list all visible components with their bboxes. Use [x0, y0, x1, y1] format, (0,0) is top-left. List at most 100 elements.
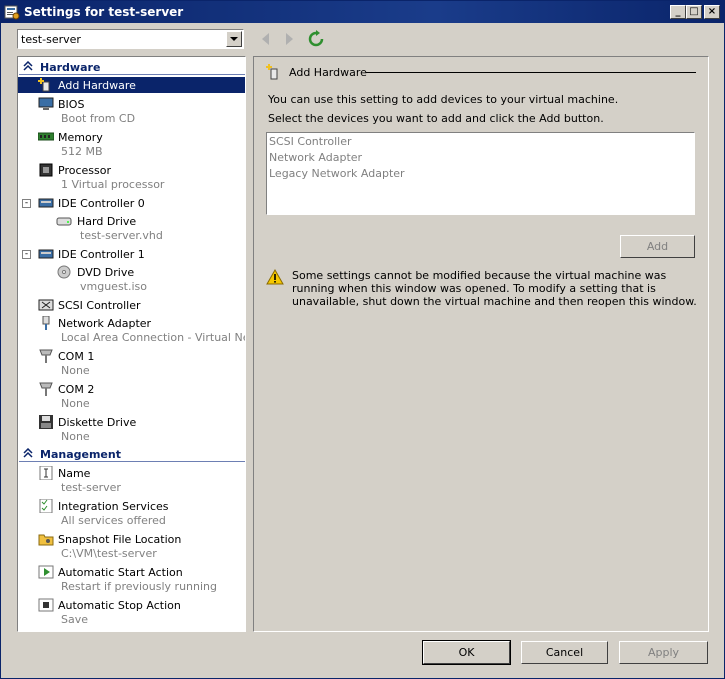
tree-item-com2[interactable]: COM 2 — [18, 381, 245, 397]
panel-description: You can use this setting to add devices … — [268, 93, 619, 106]
warning-message: Some settings cannot be modified because… — [292, 269, 697, 308]
close-button[interactable]: × — [704, 5, 720, 19]
vm-selector[interactable]: test-server — [17, 29, 244, 49]
snapshot-file-location-label: Snapshot File Location — [58, 533, 182, 546]
com1-detail: None — [61, 364, 90, 377]
add-hardware-icon — [38, 78, 50, 92]
add-hardware-label: Add Hardware — [58, 79, 136, 92]
device-list[interactable]: SCSI Controller Network Adapter Legacy N… — [266, 132, 695, 215]
com-port-icon — [39, 382, 53, 396]
forward-arrow-icon[interactable] — [280, 30, 298, 48]
processor-detail: 1 Virtual processor — [61, 178, 165, 191]
device-list-item[interactable]: Legacy Network Adapter — [269, 167, 405, 180]
integration-services-icon — [39, 499, 53, 513]
tree-item-dvd-drive[interactable]: DVD Drive — [18, 264, 245, 280]
network-adapter-icon — [42, 316, 50, 330]
snapshot-file-location-detail: C:\VM\test-server — [61, 547, 157, 560]
com-port-icon — [39, 349, 53, 363]
dvd-drive-label: DVD Drive — [77, 266, 135, 279]
network-adapter-label: Network Adapter — [58, 317, 152, 330]
device-list-item[interactable]: Network Adapter — [269, 151, 362, 164]
title-bar[interactable]: Settings for test-server _ □ × — [1, 1, 724, 23]
tree-item-memory[interactable]: Memory — [18, 129, 245, 145]
processor-icon — [39, 163, 53, 177]
ok-button[interactable]: OK — [422, 640, 511, 665]
stop-action-icon — [38, 598, 54, 612]
com2-detail: None — [61, 397, 90, 410]
com1-label: COM 1 — [58, 350, 95, 363]
name-detail: test-server — [61, 481, 121, 494]
bios-label: BIOS — [58, 98, 85, 111]
panel-instructions: Select the devices you want to add and c… — [268, 112, 604, 125]
tree-item-processor[interactable]: Processor — [18, 162, 245, 178]
vm-selector-value: test-server — [21, 33, 81, 46]
memory-label: Memory — [58, 131, 103, 144]
diskette-drive-detail: None — [61, 430, 90, 443]
settings-app-icon — [4, 5, 20, 20]
settings-tree: Hardware Add Hardware BIOS Boot from CD … — [17, 56, 246, 632]
back-arrow-icon[interactable] — [257, 30, 275, 48]
tree-item-ide-controller-1[interactable]: IDE Controller 1 — [18, 246, 245, 262]
scsi-controller-label: SCSI Controller — [58, 299, 141, 312]
add-button[interactable]: Add — [620, 235, 695, 258]
tree-item-automatic-stop-action[interactable]: Automatic Stop Action — [18, 597, 245, 613]
management-section-header[interactable]: Management — [19, 446, 245, 462]
panel-title-divider — [366, 72, 696, 73]
cancel-button[interactable]: Cancel — [521, 641, 608, 664]
add-hardware-icon — [266, 64, 278, 80]
minimize-button[interactable]: _ — [670, 5, 686, 19]
tree-item-integration-services[interactable]: Integration Services — [18, 498, 245, 514]
management-header-label: Management — [40, 448, 121, 461]
apply-button[interactable]: Apply — [619, 641, 708, 664]
tree-item-com1[interactable]: COM 1 — [18, 348, 245, 364]
device-list-item[interactable]: SCSI Controller — [269, 135, 352, 148]
tree-item-name[interactable]: Name — [18, 465, 245, 481]
snapshot-folder-icon — [38, 534, 54, 546]
automatic-stop-action-label: Automatic Stop Action — [58, 599, 181, 612]
tree-item-automatic-start-action[interactable]: Automatic Start Action — [18, 564, 245, 580]
scsi-controller-icon — [38, 299, 54, 311]
settings-window: Settings for test-server _ □ × test-serv… — [0, 0, 725, 679]
minimize-icon: _ — [675, 6, 681, 17]
dvd-drive-detail: vmguest.iso — [80, 280, 148, 293]
ide-controller-0-label: IDE Controller 0 — [58, 197, 145, 210]
chevron-down-icon — [230, 37, 238, 41]
ide-controller-1-label: IDE Controller 1 — [58, 248, 145, 261]
tree-item-diskette-drive[interactable]: Diskette Drive — [18, 414, 245, 430]
integration-services-detail: All services offered — [61, 514, 166, 527]
vm-selector-dropdown-button[interactable] — [226, 31, 242, 47]
automatic-start-action-label: Automatic Start Action — [58, 566, 183, 579]
memory-icon — [38, 132, 54, 141]
tree-item-add-hardware[interactable]: Add Hardware — [18, 77, 245, 93]
hardware-section-header[interactable]: Hardware — [19, 59, 245, 75]
tree-item-ide-controller-0[interactable]: IDE Controller 0 — [18, 195, 245, 211]
ide-controller-icon — [38, 198, 54, 208]
floppy-disk-icon — [39, 415, 53, 429]
tree-item-hard-drive[interactable]: Hard Drive — [18, 213, 245, 229]
automatic-stop-action-detail: Save — [61, 613, 89, 626]
com2-label: COM 2 — [58, 383, 95, 396]
tree-item-scsi-controller[interactable]: SCSI Controller — [18, 297, 245, 313]
tree-item-bios[interactable]: BIOS — [18, 96, 245, 112]
ide-controller-icon — [38, 249, 54, 259]
maximize-icon: □ — [689, 6, 699, 17]
hardware-header-label: Hardware — [40, 61, 101, 74]
maximize-button[interactable]: □ — [686, 5, 702, 19]
dvd-disc-icon — [57, 265, 71, 279]
integration-services-label: Integration Services — [58, 500, 169, 513]
bios-icon — [38, 97, 54, 110]
network-adapter-detail: Local Area Connection - Virtual Net... — [61, 331, 246, 344]
diskette-drive-label: Diskette Drive — [58, 416, 137, 429]
processor-label: Processor — [58, 164, 111, 177]
hard-drive-icon — [56, 217, 72, 226]
refresh-icon[interactable] — [307, 30, 325, 48]
memory-detail: 512 MB — [61, 145, 103, 158]
window-title: Settings for test-server — [24, 5, 184, 19]
collapse-chevron-icon — [23, 61, 33, 71]
close-icon: × — [707, 6, 717, 17]
name-icon — [39, 466, 53, 480]
tree-item-snapshot-file-location[interactable]: Snapshot File Location — [18, 531, 245, 547]
automatic-start-action-detail: Restart if previously running — [61, 580, 217, 593]
tree-item-network-adapter[interactable]: Network Adapter — [18, 315, 245, 331]
warning-icon — [266, 269, 284, 285]
